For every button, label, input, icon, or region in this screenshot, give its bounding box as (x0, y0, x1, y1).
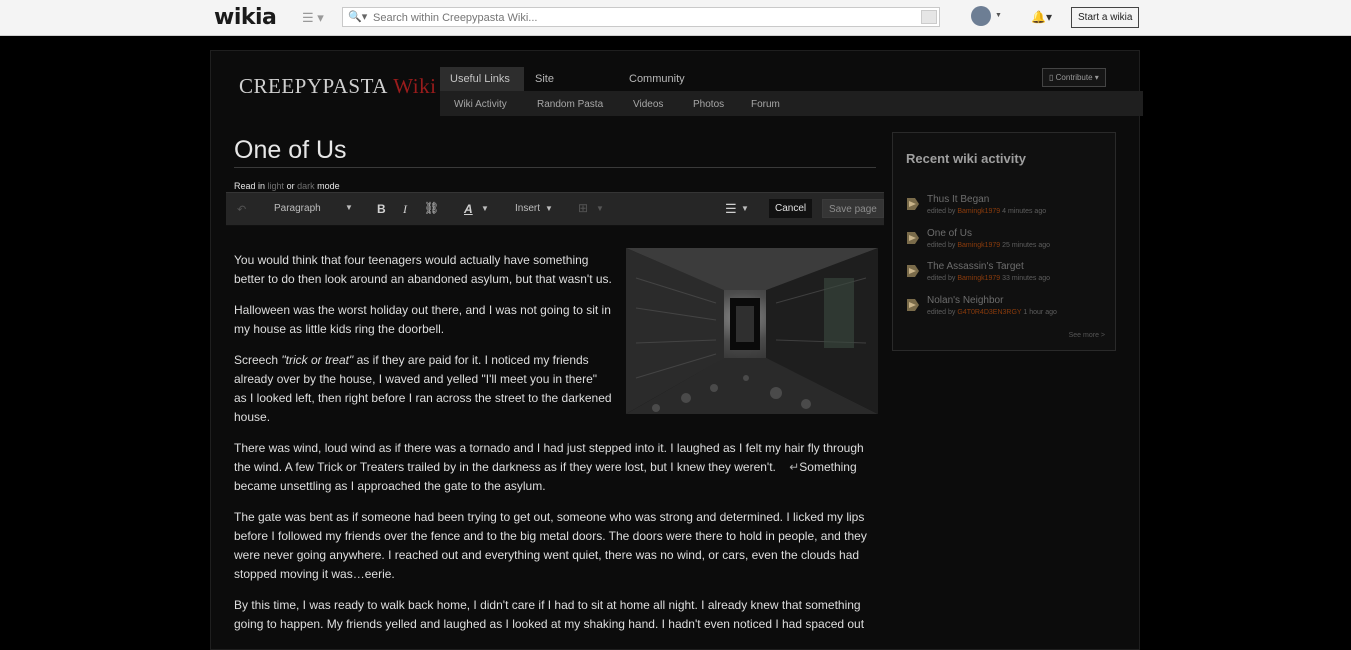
chevron-down-icon[interactable]: ▼ (995, 12, 1002, 19)
activity-time: 25 minutes ago (1002, 242, 1051, 249)
edit-pencil-icon (907, 198, 919, 210)
subnav-photos[interactable]: Photos (693, 99, 724, 110)
line-break-icon: ↵ (789, 460, 800, 474)
undo-icon[interactable]: ↶ (237, 203, 246, 216)
wikia-logo[interactable]: wikia (214, 5, 277, 30)
edited-by-label: edited by (927, 242, 956, 249)
read-mode-or: or (286, 181, 295, 191)
sub-navigation: Wiki Activity Random Pasta Videos Photos… (440, 91, 1143, 116)
recent-activity-heading: Recent wiki activity (906, 151, 1026, 166)
bold-button[interactable]: B (377, 202, 386, 216)
activity-meta: edited by Bamingk1979 25 minutes ago (927, 242, 1050, 249)
article-paragraph-2: Halloween was the worst holiday out ther… (234, 303, 611, 336)
edit-pencil-icon (907, 265, 919, 277)
search-input[interactable] (371, 10, 915, 26)
edited-by-label: edited by (927, 309, 956, 316)
page-icon: ▯ (1049, 73, 1054, 82)
notifications-bell-icon[interactable]: 🔔▾ (1031, 10, 1052, 24)
activity-title[interactable]: One of Us (927, 228, 972, 239)
chevron-down-icon[interactable]: ▼ (596, 204, 604, 213)
article-paragraph-1: You would think that four teenagers woul… (234, 253, 612, 286)
activity-meta: edited by G4T0R4D3EN3RGY 1 hour ago (927, 309, 1057, 316)
dark-mode-link[interactable]: dark (297, 181, 315, 191)
article-paragraph-5: The gate was bent as if someone had been… (234, 510, 867, 581)
chevron-down-icon[interactable]: ▼ (545, 204, 553, 213)
activity-time: 1 hour ago (1023, 309, 1057, 316)
contribute-label: Contribute (1055, 73, 1093, 82)
activity-user-link[interactable]: Bamingk1979 (957, 275, 1000, 282)
activity-user-link[interactable]: Bamingk1979 (957, 208, 1000, 215)
chevron-down-icon: ▾ (1094, 73, 1099, 82)
see-more-link[interactable]: See more > (1069, 332, 1105, 339)
start-wikia-button[interactable]: Start a wikia (1071, 7, 1140, 28)
activity-time: 4 minutes ago (1002, 208, 1047, 215)
article-paragraph-4: There was wind, loud wind as if there wa… (234, 439, 878, 496)
search-submit-button[interactable] (921, 10, 937, 24)
paragraph-format-dropdown[interactable]: Paragraph (274, 203, 321, 214)
read-mode-suffix: mode (317, 181, 340, 191)
activity-meta: edited by Bamingk1979 33 minutes ago (927, 275, 1050, 282)
p3-quote: "trick or treat" (281, 353, 354, 367)
read-mode-switch: Read in light or dark mode (234, 181, 340, 191)
subnav-forum[interactable]: Forum (751, 99, 780, 110)
light-mode-link[interactable]: light (268, 181, 285, 191)
chevron-down-icon[interactable]: ▼ (345, 203, 353, 212)
activity-meta: edited by Bamingk1979 4 minutes ago (927, 208, 1046, 215)
page-options-menu-icon[interactable]: ☰ (725, 201, 737, 217)
wiki-wordmark[interactable]: Creepypasta Wiki (239, 74, 436, 99)
activity-title[interactable]: The Assassin's Target (927, 261, 1024, 272)
recent-activity-module: Recent wiki activity Thus It Began edite… (892, 132, 1116, 351)
chevron-down-icon[interactable]: ▼ (481, 204, 489, 213)
p4-main: There was wind, loud wind as if there wa… (234, 441, 864, 474)
read-mode-prefix: Read in (234, 181, 266, 191)
editor-toolbar: ↶ Paragraph ▼ B I ⛓ A ▼ Insert ▼ ⊞ ▼ ☰ ▼… (226, 192, 884, 226)
activity-user-link[interactable]: Bamingk1979 (957, 242, 1000, 249)
page-title: One of Us (234, 136, 347, 164)
activity-user-link[interactable]: G4T0R4D3EN3RGY (957, 309, 1021, 316)
p3-lead: Screech (234, 353, 282, 367)
insert-dropdown[interactable]: Insert (515, 203, 540, 214)
hamburger-menu-icon[interactable]: ☰ ▾ (302, 10, 324, 26)
subnav-random-pasta[interactable]: Random Pasta (537, 99, 603, 110)
tab-useful-links[interactable]: Useful Links (440, 67, 524, 91)
cancel-button[interactable]: Cancel (769, 199, 813, 218)
edit-pencil-icon (907, 232, 919, 244)
activity-title[interactable]: Thus It Began (927, 194, 989, 205)
chevron-down-icon[interactable]: ▼ (741, 204, 749, 213)
search-icon[interactable]: 🔍▾ (348, 10, 367, 23)
activity-title[interactable]: Nolan's Neighbor (927, 295, 1003, 306)
tab-community[interactable]: Community (619, 67, 695, 91)
article-body[interactable]: You would think that four teenagers woul… (234, 251, 878, 646)
global-navigation: wikia ☰ ▾ 🔍▾ ▼ 🔔▾ Start a wikia (0, 0, 1351, 36)
article-paragraph-3: Screech "trick or treat" as if they are … (234, 351, 612, 427)
subnav-videos[interactable]: Videos (633, 99, 663, 110)
tab-site-navigation[interactable]: Site Navigation (525, 67, 597, 109)
wiki-wordmark-part1: Creepypasta (239, 74, 388, 98)
contribute-button[interactable]: ▯ Contribute ▾ (1042, 68, 1106, 87)
edit-pencil-icon (907, 299, 919, 311)
subnav-wiki-activity[interactable]: Wiki Activity (454, 99, 507, 110)
link-icon[interactable]: ⛓ (424, 201, 439, 215)
edited-by-label: edited by (927, 275, 956, 282)
title-divider (234, 167, 876, 168)
wiki-wordmark-part2: Wiki (393, 74, 437, 98)
edited-by-label: edited by (927, 208, 956, 215)
article-paragraph-6: By this time, I was ready to walk back h… (234, 598, 865, 631)
text-style-button[interactable]: A (464, 202, 473, 216)
italic-button[interactable]: I (403, 202, 407, 217)
table-icon[interactable]: ⊞ (578, 201, 588, 215)
user-avatar[interactable] (971, 6, 991, 26)
save-page-button[interactable]: Save page (822, 199, 884, 218)
search-box: 🔍▾ (342, 7, 940, 27)
activity-time: 33 minutes ago (1002, 275, 1051, 282)
